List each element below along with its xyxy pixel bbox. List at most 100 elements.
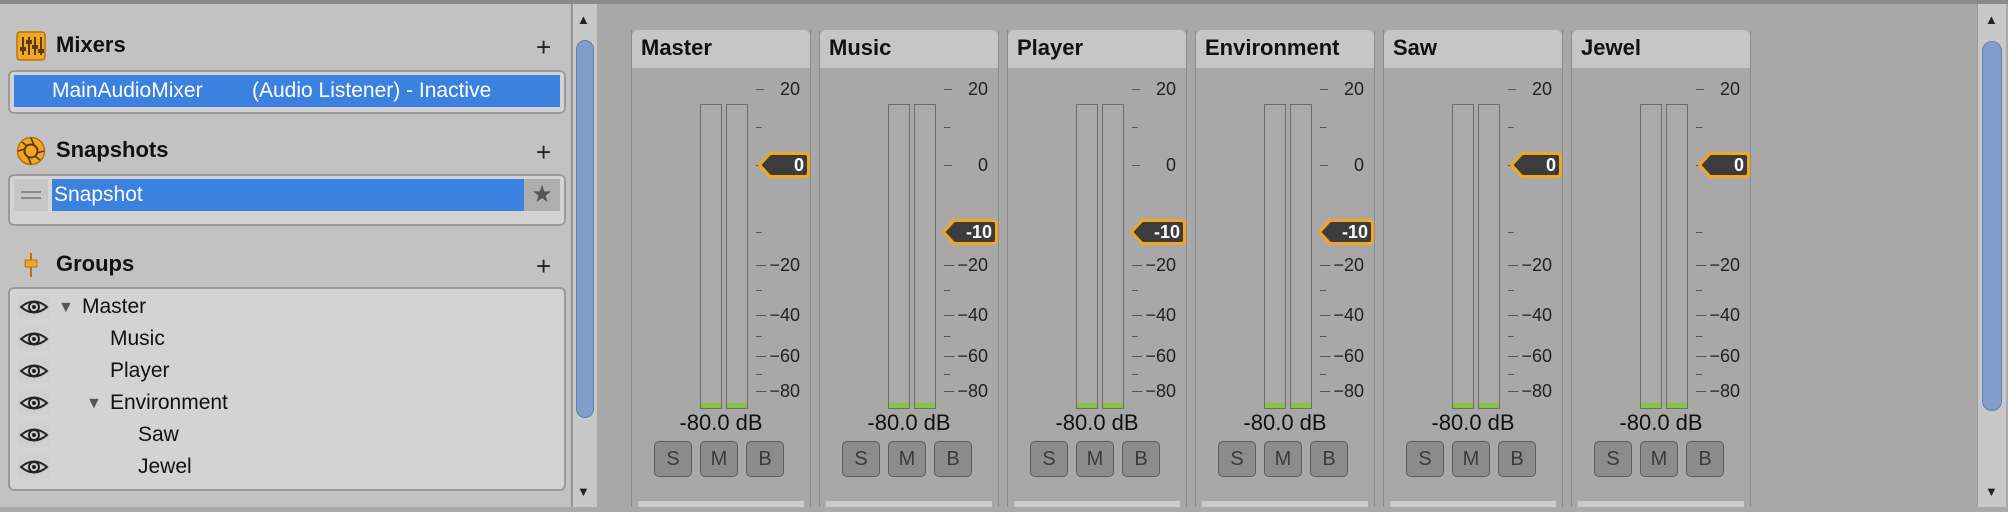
volume-fader-handle[interactable]: 0 xyxy=(758,152,810,178)
strip-footer xyxy=(826,501,992,507)
scale-minor-tick xyxy=(1508,290,1514,291)
group-row-saw[interactable]: Saw xyxy=(14,420,554,450)
strip-header[interactable]: Master xyxy=(632,30,810,68)
scale-minor-tick xyxy=(1320,335,1326,337)
scale-minor-tick xyxy=(1508,232,1514,233)
volume-value: 0 xyxy=(1545,155,1556,175)
snapshots-list: Snapshot ★ xyxy=(8,174,566,226)
scroll-down-arrow-icon[interactable]: ▼ xyxy=(1985,484,1998,499)
scale-minor-tick xyxy=(1696,373,1702,375)
snapshot-name[interactable]: Snapshot xyxy=(52,179,530,211)
mute-button[interactable]: M xyxy=(1264,441,1302,477)
strip-footer xyxy=(1014,501,1180,507)
mute-button[interactable]: M xyxy=(1640,441,1678,477)
strip-title: Master xyxy=(641,35,712,60)
bypass-button[interactable]: B xyxy=(1122,441,1160,477)
strip-footer xyxy=(1390,501,1556,507)
bypass-button[interactable]: B xyxy=(1498,441,1536,477)
mute-button[interactable]: M xyxy=(1076,441,1114,477)
scale-label: −40 xyxy=(1709,305,1740,325)
meter-level-fill xyxy=(727,403,747,408)
eye-icon[interactable] xyxy=(18,327,50,351)
group-row-master[interactable]: ▼ Master xyxy=(14,292,554,322)
mixer-area-scrollbar[interactable]: ▲ ▼ xyxy=(1977,4,2006,507)
scale-minor-tick xyxy=(1320,290,1326,291)
level-meter-right xyxy=(1478,104,1500,409)
mute-button[interactable]: M xyxy=(1452,441,1490,477)
mixer-strips-area: Master200−20−40−60−800-80.0 dBSMBMusic20… xyxy=(597,4,1977,507)
bypass-button[interactable]: B xyxy=(1686,441,1724,477)
volume-fader-handle[interactable]: -10 xyxy=(1318,219,1374,245)
group-label: Environment xyxy=(110,391,228,414)
add-mixer-button[interactable]: + xyxy=(536,34,551,60)
mute-button[interactable]: M xyxy=(700,441,738,477)
scale-label: −60 xyxy=(957,346,988,366)
level-readout: -80.0 dB xyxy=(679,410,763,435)
solo-button[interactable]: S xyxy=(1594,441,1632,477)
group-row-jewel[interactable]: Jewel xyxy=(14,452,554,482)
bypass-button[interactable]: B xyxy=(1310,441,1348,477)
eye-icon[interactable] xyxy=(18,359,50,383)
solo-button[interactable]: S xyxy=(1406,441,1444,477)
volume-fader-handle[interactable]: 0 xyxy=(1510,152,1562,178)
strip-title: Jewel xyxy=(1581,35,1641,60)
strip-header[interactable]: Music xyxy=(820,30,998,68)
mixer-list-item[interactable]: MainAudioMixer (Audio Listener) - Inacti… xyxy=(14,75,560,107)
add-group-button[interactable]: + xyxy=(536,253,551,279)
group-row-environment[interactable]: ▼ Environment xyxy=(14,388,554,418)
expand-arrow-icon[interactable]: ▼ xyxy=(86,389,102,419)
scroll-up-arrow-icon[interactable]: ▲ xyxy=(1985,12,1998,27)
mute-button[interactable]: M xyxy=(888,441,926,477)
scale-minor-tick xyxy=(756,373,762,375)
scrollbar-thumb[interactable] xyxy=(1982,41,2002,411)
volume-fader-handle[interactable]: -10 xyxy=(942,219,998,245)
solo-button[interactable]: S xyxy=(842,441,880,477)
add-snapshot-button[interactable]: + xyxy=(536,139,551,165)
scale-minor-tick xyxy=(1696,335,1702,337)
scale-label: −60 xyxy=(1333,346,1364,366)
scale-tick xyxy=(1320,89,1328,90)
eye-icon[interactable] xyxy=(18,295,50,319)
solo-button[interactable]: S xyxy=(1218,441,1256,477)
star-icon[interactable]: ★ xyxy=(524,179,560,211)
scale-label: −80 xyxy=(957,381,988,401)
scale-label: 0 xyxy=(977,155,988,175)
scrollbar-thumb[interactable] xyxy=(576,40,594,418)
strip-header[interactable]: Jewel xyxy=(1572,30,1750,68)
scale-label: −40 xyxy=(1333,305,1364,325)
meter-level-fill xyxy=(889,403,909,408)
group-label: Master xyxy=(82,295,147,318)
drag-handle-icon[interactable] xyxy=(14,179,48,211)
scale-minor-tick xyxy=(1132,373,1138,375)
strip-header[interactable]: Environment xyxy=(1196,30,1374,68)
scale-minor-tick xyxy=(1508,335,1514,337)
scroll-up-arrow-icon[interactable]: ▲ xyxy=(577,12,590,27)
scale-tick xyxy=(944,89,952,90)
scale-minor-tick xyxy=(1132,335,1138,337)
scale-label: 20 xyxy=(1343,79,1364,99)
left-panel-scrollbar[interactable]: ▲ ▼ xyxy=(572,4,597,507)
expand-arrow-icon[interactable]: ▼ xyxy=(58,293,74,323)
eye-icon[interactable] xyxy=(18,455,50,479)
level-meter-right xyxy=(1666,104,1688,409)
scroll-down-arrow-icon[interactable]: ▼ xyxy=(577,484,590,499)
strip-header[interactable]: Player xyxy=(1008,30,1186,68)
volume-fader-handle[interactable]: 0 xyxy=(1698,152,1750,178)
mixer-strip: Environment 20 0 −20 −40 −60 −80 -10 -80.0 dB S M B xyxy=(1195,30,1375,507)
solo-button[interactable]: S xyxy=(1030,441,1068,477)
scale-minor-tick xyxy=(756,290,762,291)
strip-header[interactable]: Saw xyxy=(1384,30,1562,68)
scale-label: −60 xyxy=(769,346,800,366)
eye-icon[interactable] xyxy=(18,391,50,415)
bypass-button[interactable]: B xyxy=(934,441,972,477)
eye-icon[interactable] xyxy=(18,423,50,447)
snapshot-list-item[interactable]: Snapshot ★ xyxy=(14,179,560,211)
mixers-title: Mixers xyxy=(56,32,126,57)
bypass-button[interactable]: B xyxy=(746,441,784,477)
level-meter-right xyxy=(1290,104,1312,409)
solo-button[interactable]: S xyxy=(654,441,692,477)
group-row-music[interactable]: Music xyxy=(14,324,554,354)
scale-label: −20 xyxy=(1333,255,1364,275)
group-row-player[interactable]: Player xyxy=(14,356,554,386)
volume-fader-handle[interactable]: -10 xyxy=(1130,219,1186,245)
